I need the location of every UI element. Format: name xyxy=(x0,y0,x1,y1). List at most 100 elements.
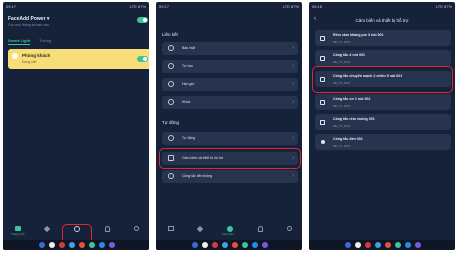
chevron-right-icon: › xyxy=(292,81,294,87)
dock-app-icon[interactable] xyxy=(242,242,248,248)
device-card-title: Phòng khách xyxy=(22,53,51,58)
dock-app-icon[interactable] xyxy=(39,242,45,248)
status-indicators: LTE 87% xyxy=(129,4,146,9)
device-id: RB_CV_0001 xyxy=(333,124,351,128)
device-id: RB_CV_0001 xyxy=(333,104,351,108)
chevron-right-icon: › xyxy=(292,45,294,51)
bottom-nav: Kịch bản xyxy=(156,225,302,240)
phone-screen-sensors: 09:18 LTE 87% ‹ Cảm biến và thiết bị hỗ … xyxy=(309,2,455,250)
dock-app-icon[interactable] xyxy=(79,242,85,248)
user-icon[interactable] xyxy=(134,226,139,231)
user-icon[interactable] xyxy=(287,226,292,231)
section-link-heading: Liên kết xyxy=(162,32,178,37)
dock-app-icon[interactable] xyxy=(59,242,65,248)
dock-app-icon[interactable] xyxy=(89,242,95,248)
dock-app-icon[interactable] xyxy=(49,242,55,248)
menu-item-automation[interactable]: Tự động › xyxy=(162,132,298,145)
dock-app-icon[interactable] xyxy=(99,242,105,248)
dock-app-icon[interactable] xyxy=(345,242,351,248)
status-bar: 09:17 LTE 87% xyxy=(6,4,146,10)
menu-item-linked-switch[interactable]: Công tắc liên thông › xyxy=(162,170,298,183)
status-indicators: LTE 87% xyxy=(282,4,299,9)
dock-app-icon[interactable] xyxy=(405,242,411,248)
bell-icon[interactable] xyxy=(258,226,263,232)
tab-wall[interactable]: Tường xyxy=(39,38,51,43)
dock-app-icon[interactable] xyxy=(395,242,401,248)
nav-active-label: Kịch bản xyxy=(222,232,234,236)
menu-item-label: Công tắc liên thông xyxy=(182,174,213,178)
dock-app-icon[interactable] xyxy=(415,242,421,248)
dock-app-icon[interactable] xyxy=(192,242,198,248)
dock-app-icon[interactable] xyxy=(109,242,115,248)
dock-app-icon[interactable] xyxy=(252,242,258,248)
dock-app-icon[interactable] xyxy=(365,242,371,248)
menu-item-security[interactable]: Bảo mật › xyxy=(162,42,298,55)
chevron-right-icon: › xyxy=(292,63,294,69)
menu-item-label: Khóa xyxy=(182,100,191,104)
dock-app-icon[interactable] xyxy=(385,242,391,248)
device-id: RB_CV_0001 xyxy=(333,60,351,64)
chevron-right-icon: › xyxy=(292,99,294,105)
phone-screen-menu: 09:17 LTE 87% Liên kết Bảo mật › Tự học … xyxy=(156,2,302,250)
device-name: Công tắc rèm vuông 001 xyxy=(333,117,375,121)
app-dock xyxy=(309,240,455,250)
highlight-sensors-item xyxy=(159,148,301,169)
menu-item-label: Tự học xyxy=(182,64,194,68)
device-item[interactable]: Công tắc rèm vuông 001 RB_CV_0001 xyxy=(315,114,451,130)
device-card-status: Đang bật xyxy=(22,60,37,64)
cube-icon[interactable] xyxy=(43,225,51,233)
status-indicators: LTE 87% xyxy=(435,4,452,9)
highlight-selected-device xyxy=(312,66,453,93)
learn-icon xyxy=(168,63,174,69)
automation-icon xyxy=(168,135,174,141)
menu-item-self-learn[interactable]: Tự học › xyxy=(162,60,298,73)
master-toggle[interactable] xyxy=(137,17,148,23)
home-icon[interactable] xyxy=(15,226,21,231)
lock-icon xyxy=(168,99,174,105)
dock-app-icon[interactable] xyxy=(212,242,218,248)
menu-item-lock[interactable]: Khóa › xyxy=(162,96,298,109)
dock-app-icon[interactable] xyxy=(262,242,268,248)
device-name: Công tắc 4 nút 001 xyxy=(333,53,365,57)
tab-smart-light[interactable]: Smart Light xyxy=(8,38,30,43)
app-dock xyxy=(3,240,149,250)
home-subtitle: Con mọi thông tin bạn cần xyxy=(8,23,49,27)
bulb-icon xyxy=(321,140,325,144)
status-time: 09:17 xyxy=(159,4,170,9)
dock-app-icon[interactable] xyxy=(355,242,361,248)
menu-item-label: Tự động xyxy=(182,136,196,140)
status-bar: 09:18 LTE 87% xyxy=(312,4,452,10)
dock-app-icon[interactable] xyxy=(232,242,238,248)
nav-home-label: Trang chủ xyxy=(11,232,25,236)
app-dock xyxy=(156,240,302,250)
dock-app-icon[interactable] xyxy=(375,242,381,248)
dock-app-icon[interactable] xyxy=(69,242,75,248)
device-item[interactable]: Rèm cảm kháng pin 3 nút 001 RB_CV_0001 xyxy=(315,30,451,46)
chevron-right-icon: › xyxy=(292,173,294,179)
device-id: RB_CV_0001 xyxy=(333,40,351,44)
device-item[interactable]: Công tắc đèn 001 RB_CV_0001 xyxy=(315,134,451,150)
home-icon[interactable] xyxy=(168,226,174,231)
tab-underline xyxy=(8,44,30,45)
bell-icon[interactable] xyxy=(105,226,110,232)
device-name: Rèm cảm kháng pin 3 nút 001 xyxy=(333,33,384,37)
device-item[interactable]: Công tắc cơ 1 nút 001 RB_CV_0001 xyxy=(315,94,451,110)
bulb-icon xyxy=(12,53,18,59)
shield-icon xyxy=(168,45,174,51)
link-icon xyxy=(168,173,174,179)
status-time: 09:18 xyxy=(312,4,323,9)
dock-app-icon[interactable] xyxy=(222,242,228,248)
cube-icon[interactable] xyxy=(196,225,204,233)
device-toggle[interactable] xyxy=(137,56,148,62)
device-card[interactable]: Phòng khách Đang bật xyxy=(8,49,149,69)
dock-app-icon[interactable] xyxy=(202,242,208,248)
chevron-right-icon: › xyxy=(292,135,294,141)
device-name: Công tắc đèn 001 xyxy=(333,137,363,141)
menu-item-timer[interactable]: Hẹn giờ › xyxy=(162,78,298,91)
home-title[interactable]: FaceAdd Power ▾ xyxy=(8,16,49,22)
device-name: Công tắc cơ 1 nút 001 xyxy=(333,97,371,101)
square-switch-icon xyxy=(320,56,325,61)
section-auto-heading: Tự động xyxy=(162,120,180,125)
menu-item-label: Hẹn giờ xyxy=(182,82,195,86)
device-item[interactable]: Công tắc 4 nút 001 RB_CV_0001 xyxy=(315,50,451,66)
